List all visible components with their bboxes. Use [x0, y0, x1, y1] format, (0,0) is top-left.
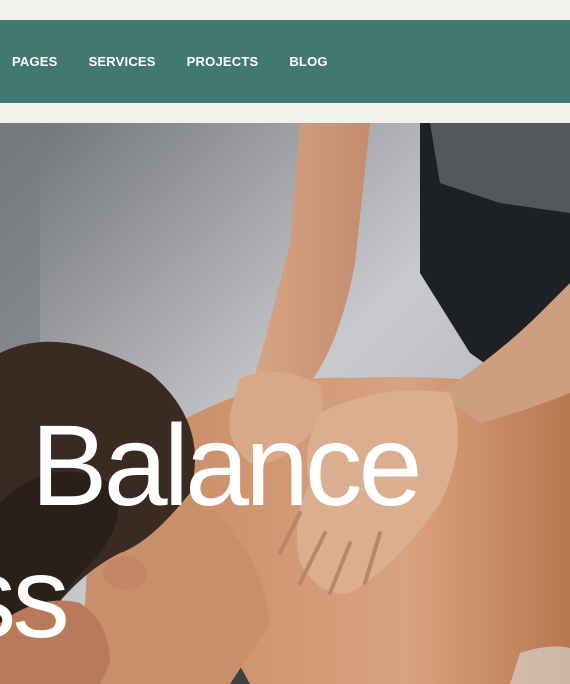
nav-item-blog[interactable]: BLOG	[289, 54, 327, 69]
main-navbar: PAGES SERVICES PROJECTS BLOG	[0, 20, 570, 103]
nav-item-services[interactable]: SERVICES	[89, 54, 156, 69]
hero-section: g Balance ness	[0, 123, 570, 684]
nav-item-pages[interactable]: PAGES	[12, 54, 58, 69]
hero-title: g Balance ness	[0, 400, 422, 664]
hero-title-line-1: g Balance	[0, 402, 422, 530]
nav-item-projects[interactable]: PROJECTS	[187, 54, 259, 69]
hero-title-line-2: ness	[0, 534, 70, 662]
nav-menu: PAGES SERVICES PROJECTS BLOG	[12, 20, 359, 103]
